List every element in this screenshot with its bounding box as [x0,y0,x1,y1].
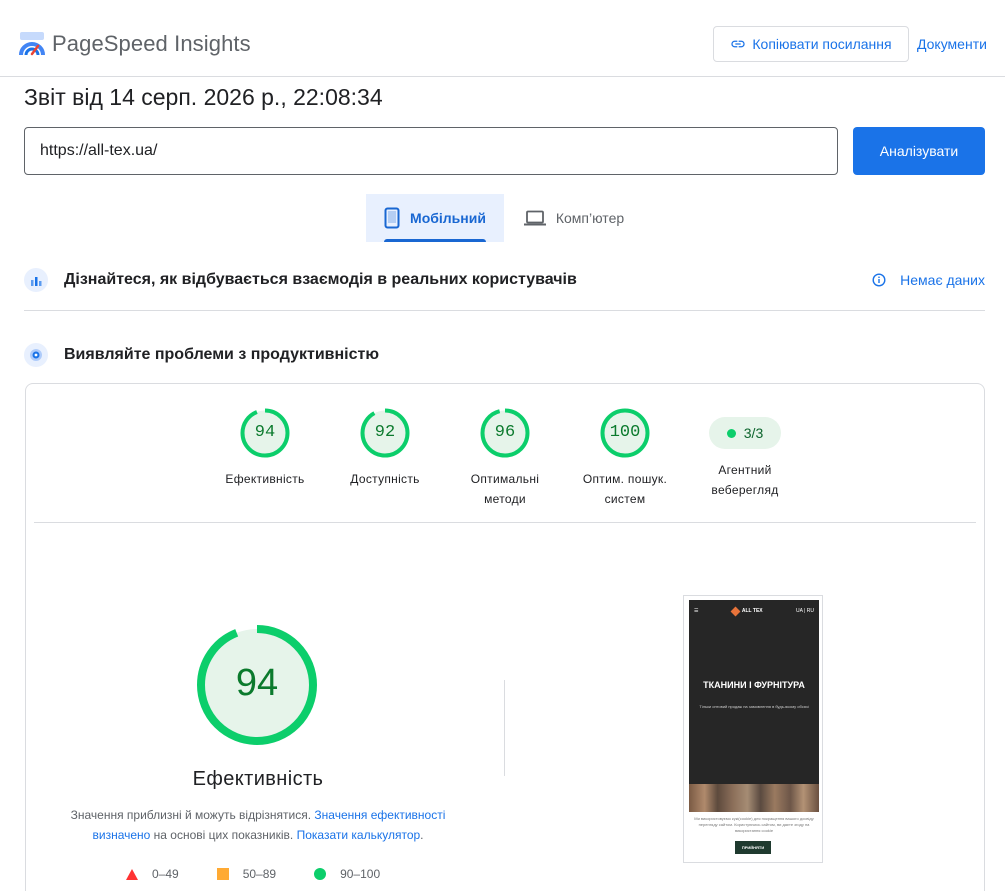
gauge-label: Оптимальні методи [470,472,540,506]
diagnose-title: Виявляйте проблеми з продуктивністю [64,346,379,363]
performance-big-gauge: 94 [196,624,318,746]
note-middle: на основі цих показників. [153,828,294,842]
tab-active-indicator [384,239,486,242]
docs-link[interactable]: Документи [917,36,987,52]
thumb-brand: ALL TEX [741,608,763,614]
thumb-nav: ☰ ALL TEX UA | RU [689,600,819,622]
square-icon [216,868,229,880]
copy-link-button[interactable]: Копіювати посилання [713,26,909,62]
performance-title: Ефективність [192,768,324,790]
gauge-ring: 92 [360,408,410,458]
real-users-section[interactable]: Дізнайтеся, як відбувається взаємодія в … [24,260,985,300]
thumb-hero: ТКАНИНИ І ФУРНІТУРА [703,680,805,690]
tab-mobile[interactable]: Мобільний [366,194,504,242]
no-data-label: Немає даних [900,272,985,288]
analyze-button[interactable]: Аналізувати [853,127,985,175]
pagespeed-logo-icon[interactable] [18,29,46,57]
users-chart-icon [24,268,48,292]
diagnose-section: Виявляйте проблеми з продуктивністю [24,335,985,375]
gauge-ring: 100 [600,408,650,458]
gauge-agentic-browsing[interactable]: 3/3 Агентний веберегляд [685,408,805,500]
brand-mark-icon [730,606,741,616]
gauge-seo[interactable]: 100 Оптим. пошук. систем [565,408,685,509]
copy-link-label: Копіювати посилання [752,36,892,52]
legend-average: 50–89 [216,867,277,881]
gauge-accessibility[interactable]: 92 Доступність [325,408,445,489]
legend-poor: 0–49 [126,867,179,881]
triangle-icon [126,868,138,880]
gauge-score: 92 [374,423,396,442]
final-screenshot[interactable]: ☰ ALL TEX UA | RU ТКАНИНИ І ФУРНІТУРА Ті… [683,595,823,863]
score-legend: 0–49 50–89 90–100 [126,864,418,884]
pass-dot-icon [726,428,736,438]
menu-icon: ☰ [694,608,699,614]
link-icon [731,40,746,48]
legend-average-label: 50–89 [242,867,277,881]
scores-card: 94 Ефективність 92 Доступність 96 Оптима… [25,383,985,891]
gauge-label: Доступність [350,472,420,486]
thumb-logo: ALL TEX [730,606,763,616]
gauge-label: Ефективність [225,472,305,486]
screenshot-screen: ☰ ALL TEX UA | RU ТКАНИНИ І ФУРНІТУРА Ті… [689,600,819,784]
legend-good-label: 90–100 [340,867,381,881]
laptop-icon [523,210,546,226]
url-input[interactable] [24,127,838,175]
lab-data-icon [24,343,48,367]
note-suffix: . [420,828,424,842]
vertical-separator [504,680,505,776]
info-icon [872,273,886,287]
top-bar: PageSpeed Insights Копіювати посилання Д… [0,0,1005,77]
phone-icon [384,207,400,229]
tab-mobile-label: Мобільний [410,210,486,226]
brand-title[interactable]: PageSpeed Insights [52,31,251,57]
gauge-label: Агентний веберегляд [711,463,779,497]
gauge-ring: 94 [240,408,290,458]
gauge-ring: 96 [480,408,530,458]
thumb-cookie-text: Ми використовуємо кукі(cookie) для покра… [694,816,814,833]
performance-note: Значення приблизні й можуть відрізнятися… [46,805,470,845]
calculator-link[interactable]: Показати калькулятор [297,828,421,842]
gauge-performance[interactable]: 94 Ефективність [205,408,325,489]
real-users-title: Дізнайтеся, як відбувається взаємодія в … [64,271,577,288]
section-divider [24,310,985,311]
gauge-score: 100 [609,423,641,442]
gauge-best-practices[interactable]: 96 Оптимальні методи [445,408,565,509]
note-prefix: Значення приблизні й можуть відрізнятися… [70,808,312,822]
legend-good: 90–100 [314,867,380,881]
tab-desktop[interactable]: Комп’ютер [504,194,644,242]
gauge-label: Оптим. пошук. систем [582,472,668,506]
gauge-score: 94 [254,423,276,442]
agent-value: 3/3 [743,425,764,441]
report-title: Звіт від 14 серп. 2026 р., 22:08:34 [24,84,383,110]
no-data-link[interactable]: Немає даних [872,272,985,288]
agent-pill: 3/3 [709,417,781,449]
thumb-accept-button: ПРИЙНЯТИ [735,841,771,854]
gauge-score: 96 [494,423,516,442]
performance-score: 94 [235,662,279,704]
card-divider [34,522,976,523]
legend-poor-label: 0–49 [152,867,179,881]
fabric-image [689,784,819,812]
circle-icon [314,868,327,880]
tab-desktop-label: Комп’ютер [555,210,625,226]
thumb-langs: UA | RU [796,608,814,614]
thumb-subtitle: Тільки оптовий продаж на замовлення в бу… [699,704,809,709]
